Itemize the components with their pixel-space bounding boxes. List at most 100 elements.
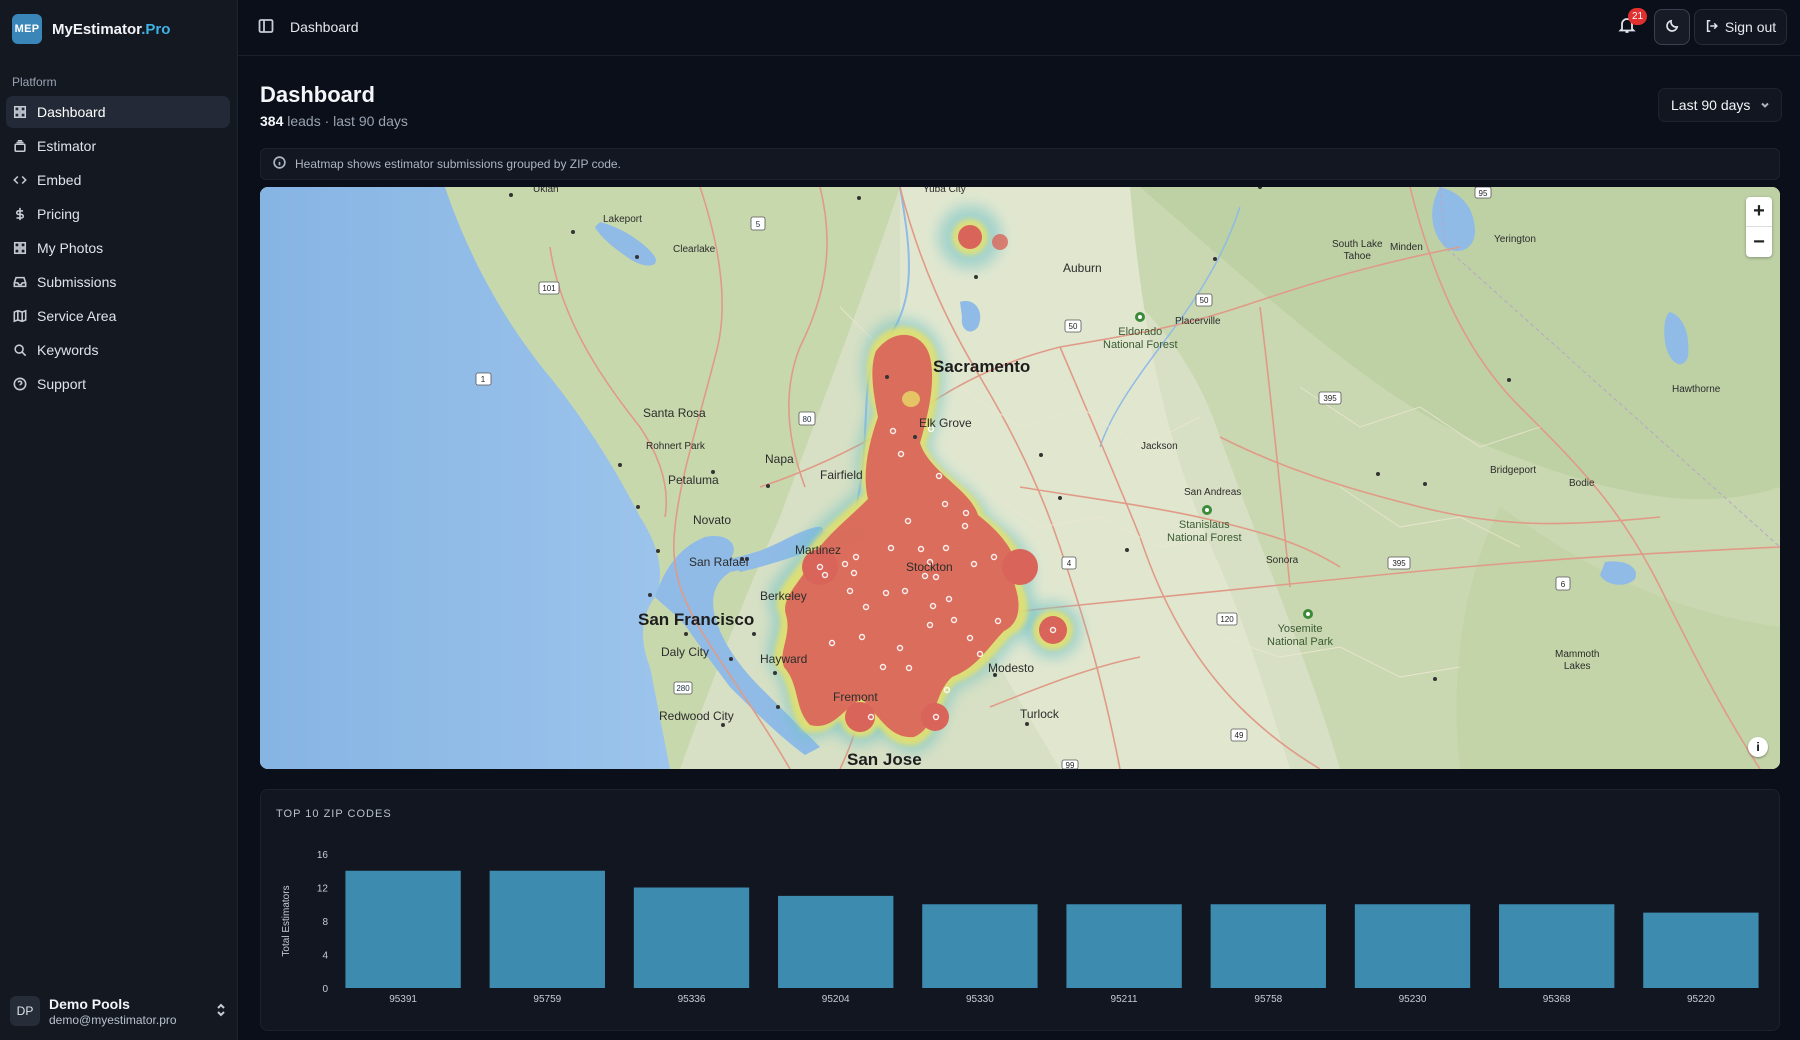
map-label-bodie: Bodie bbox=[1569, 478, 1595, 489]
sign-out-button[interactable]: Sign out bbox=[1694, 9, 1787, 45]
topbar: Dashboard 21 Sign out bbox=[238, 0, 1800, 56]
zoom-in-button[interactable]: + bbox=[1746, 197, 1772, 227]
bar bbox=[1354, 904, 1471, 988]
x-tick-label: 95759 bbox=[533, 994, 561, 1005]
svg-text:5: 5 bbox=[756, 220, 761, 229]
bar bbox=[1643, 912, 1759, 988]
x-tick-label: 95368 bbox=[1543, 994, 1571, 1005]
sidebar-item-label: Keywords bbox=[37, 342, 99, 358]
svg-text:80: 80 bbox=[803, 415, 812, 424]
svg-text:1: 1 bbox=[481, 375, 486, 384]
bar bbox=[1066, 904, 1182, 988]
y-tick-label: 12 bbox=[317, 884, 329, 895]
user-email: demo@myestimator.pro bbox=[49, 1012, 177, 1027]
map-label-san-jose: San Jose bbox=[847, 750, 922, 769]
x-tick-label: 95330 bbox=[966, 994, 994, 1005]
map-attribution-button[interactable]: i bbox=[1748, 737, 1768, 757]
map-label-hawthorne: Hawthorne bbox=[1672, 384, 1721, 395]
user-info: Demo Pools demo@myestimator.pro bbox=[49, 996, 205, 1027]
y-tick-label: 16 bbox=[317, 850, 329, 861]
svg-text:280: 280 bbox=[676, 684, 690, 693]
svg-text:49: 49 bbox=[1235, 731, 1244, 740]
sidebar-nav: Dashboard Estimator Embed Pricing My Pho… bbox=[6, 96, 230, 402]
heatmap-map[interactable]: 5 101 1 80 50 50 395 395 4 120 49 280 6 … bbox=[260, 187, 1780, 769]
brand-logo: MEP bbox=[12, 14, 42, 44]
x-tick-label: 95758 bbox=[1254, 994, 1282, 1005]
sidebar-item-pricing[interactable]: Pricing bbox=[6, 198, 230, 230]
user-menu[interactable]: DP Demo Pools demo@myestimator.pro bbox=[10, 994, 228, 1028]
chevron-down-icon bbox=[1760, 97, 1770, 113]
map-label-sonora: Sonora bbox=[1266, 555, 1299, 566]
svg-text:120: 120 bbox=[1220, 615, 1234, 624]
map-label-petaluma: Petaluma bbox=[668, 473, 719, 487]
photos-grid-icon bbox=[12, 240, 28, 256]
lead-count: 384 bbox=[260, 113, 284, 129]
x-tick-label: 95211 bbox=[1111, 994, 1139, 1005]
code-icon bbox=[12, 172, 28, 188]
date-range-select[interactable]: Last 90 days bbox=[1658, 88, 1782, 122]
subtitle-rest: leads · last 90 days bbox=[283, 113, 408, 129]
map-label-yosemite: Yosemite National Park bbox=[1267, 623, 1334, 648]
sidebar-item-label: Estimator bbox=[37, 138, 97, 154]
map-label-san-andreas: San Andreas bbox=[1184, 487, 1242, 498]
brand[interactable]: MEP MyEstimator.Pro bbox=[12, 14, 170, 44]
page-title: Dashboard bbox=[260, 82, 375, 107]
svg-text:99: 99 bbox=[1066, 761, 1075, 769]
sidebar-toggle-icon[interactable] bbox=[258, 18, 276, 36]
bar bbox=[345, 870, 461, 988]
search-icon bbox=[12, 342, 28, 358]
sidebar-item-estimator[interactable]: Estimator bbox=[6, 130, 230, 162]
svg-text:4: 4 bbox=[1067, 559, 1072, 568]
map-label-auburn: Auburn bbox=[1063, 261, 1102, 275]
x-tick-label: 95336 bbox=[678, 994, 706, 1005]
sidebar-item-dashboard[interactable]: Dashboard bbox=[6, 96, 230, 128]
map-label-redwood-city: Redwood City bbox=[659, 709, 734, 723]
sign-out-label: Sign out bbox=[1724, 19, 1777, 35]
map-label-modesto: Modesto bbox=[988, 661, 1035, 675]
sidebar-section-label: Platform bbox=[12, 75, 57, 89]
map-label-placerville: Placerville bbox=[1175, 316, 1221, 327]
map-label-sacramento: Sacramento bbox=[933, 357, 1031, 376]
map-label-hayward: Hayward bbox=[760, 652, 808, 666]
brand-name: MyEstimator.Pro bbox=[52, 21, 170, 38]
user-name: Demo Pools bbox=[49, 995, 130, 1012]
map-label-eldorado: Eldorado National Forest bbox=[1103, 326, 1178, 351]
map-canvas[interactable]: 5 101 1 80 50 50 395 395 4 120 49 280 6 … bbox=[260, 187, 1780, 769]
map-label-novato: Novato bbox=[693, 513, 732, 527]
x-tick-label: 95204 bbox=[822, 994, 850, 1005]
chevrons-up-down-icon[interactable] bbox=[214, 1003, 228, 1020]
sidebar: MEP MyEstimator.Pro Platform Dashboard E… bbox=[0, 0, 238, 1040]
map-icon bbox=[12, 308, 28, 324]
bar bbox=[1210, 904, 1326, 988]
info-banner: Heatmap shows estimator submissions grou… bbox=[260, 148, 1780, 180]
zoom-out-button[interactable]: − bbox=[1746, 227, 1772, 257]
map-label-napa: Napa bbox=[765, 452, 794, 466]
map-label-lakeport: Lakeport bbox=[603, 214, 642, 225]
sidebar-item-support[interactable]: Support bbox=[6, 368, 230, 400]
sidebar-item-label: Service Area bbox=[37, 308, 117, 324]
layers-icon bbox=[12, 138, 28, 154]
sidebar-item-my-photos[interactable]: My Photos bbox=[6, 232, 230, 264]
sidebar-item-service-area[interactable]: Service Area bbox=[6, 300, 230, 332]
map-label-martinez: Martinez bbox=[795, 543, 842, 557]
svg-text:395: 395 bbox=[1392, 559, 1406, 568]
sidebar-item-embed[interactable]: Embed bbox=[6, 164, 230, 196]
help-circle-icon bbox=[12, 376, 28, 392]
sidebar-item-keywords[interactable]: Keywords bbox=[6, 334, 230, 366]
map-label-elk-grove: Elk Grove bbox=[919, 416, 972, 430]
dollar-icon bbox=[12, 206, 28, 222]
map-label-turlock: Turlock bbox=[1020, 707, 1059, 721]
theme-toggle-button[interactable] bbox=[1654, 9, 1690, 45]
sidebar-item-label: Pricing bbox=[37, 206, 80, 222]
map-label-rohnert-park: Rohnert Park bbox=[646, 441, 705, 452]
sidebar-item-label: Dashboard bbox=[37, 104, 106, 120]
map-label-minden: Minden bbox=[1390, 242, 1423, 253]
sidebar-item-submissions[interactable]: Submissions bbox=[6, 266, 230, 298]
inbox-icon bbox=[12, 274, 28, 290]
map-label-santa-rosa: Santa Rosa bbox=[643, 406, 706, 420]
map-label-mammoth-lakes: Mammoth Lakes bbox=[1555, 649, 1600, 672]
page-subtitle: 384 leads · last 90 days bbox=[260, 113, 408, 129]
breadcrumb: Dashboard bbox=[290, 19, 359, 35]
map-label-san-francisco: San Francisco bbox=[638, 610, 755, 629]
map-label-jackson: Jackson bbox=[1141, 441, 1178, 452]
